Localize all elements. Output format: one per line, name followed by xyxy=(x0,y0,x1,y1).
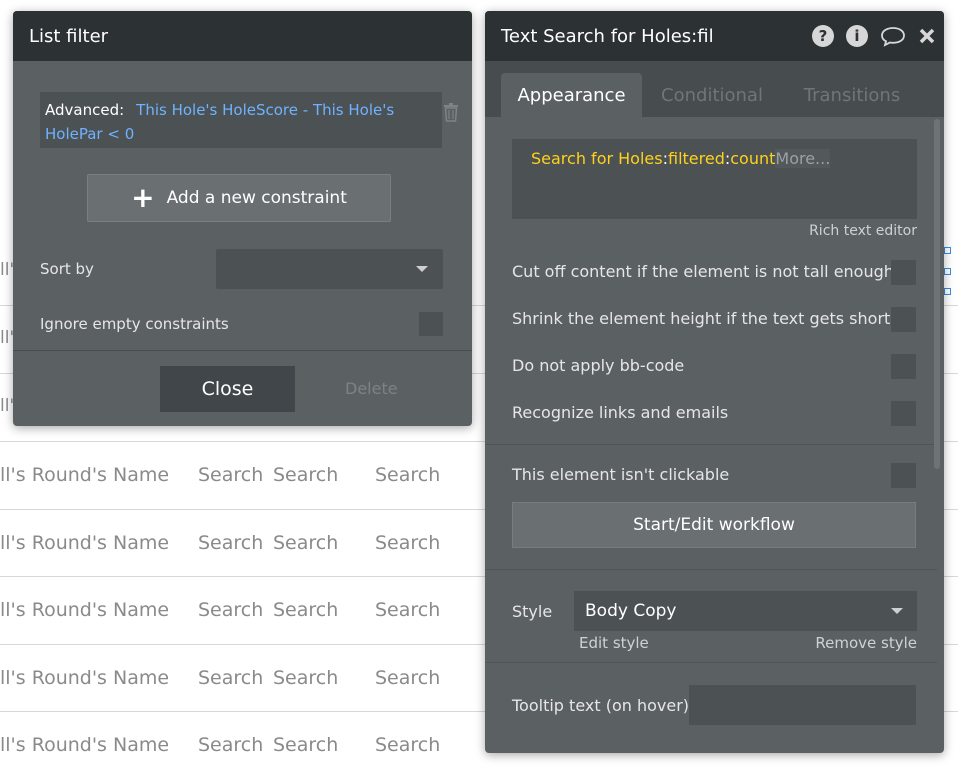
ignore-empty-checkbox[interactable] xyxy=(419,312,443,336)
expression-part[interactable]: Search for Holes xyxy=(531,149,663,168)
tooltip-input[interactable] xyxy=(689,685,916,725)
divider xyxy=(485,444,937,445)
recognize-links-checkbox[interactable] xyxy=(891,401,916,426)
bb-code-label: Do not apply bb-code xyxy=(512,356,685,375)
tab-conditional[interactable]: Conditional xyxy=(655,73,769,117)
list-filter-title: List filter xyxy=(13,11,472,61)
constraint-label: Advanced: xyxy=(45,101,125,119)
tab-bar: Appearance Conditional Transitions xyxy=(485,61,944,117)
search-cell: Search xyxy=(375,667,441,689)
round-name-cell: ll's Round's Name xyxy=(0,464,170,486)
add-constraint-label: Add a new constraint xyxy=(166,188,347,208)
chevron-down-icon xyxy=(416,266,428,272)
round-name-cell: ll's Round's Name xyxy=(0,532,170,554)
text-content-field[interactable]: Search for Holes:filtered:countMore... xyxy=(512,139,917,219)
ignore-empty-label: Ignore empty constraints xyxy=(40,315,229,333)
round-name-cell: ll's Round's Name xyxy=(0,599,170,621)
trash-icon[interactable] xyxy=(443,102,459,122)
close-icon[interactable] xyxy=(918,27,936,45)
round-name-cell: ll's Round's Name xyxy=(0,734,170,756)
expression-part[interactable]: filtered xyxy=(668,149,725,168)
rich-text-editor-link[interactable]: Rich text editor xyxy=(809,223,917,239)
shrink-height-label: Shrink the element height if the text ge… xyxy=(512,309,907,328)
shrink-height-checkbox[interactable] xyxy=(891,307,916,332)
style-label: Style xyxy=(512,602,553,621)
search-cell: Search xyxy=(375,464,441,486)
search-cell: Search xyxy=(375,599,441,621)
constraint-row[interactable]: Advanced: This Hole's HoleScore - This Ho… xyxy=(40,92,442,148)
header-icons: ? i xyxy=(812,25,936,47)
style-value: Body Copy xyxy=(585,601,677,621)
search-cell: Search xyxy=(198,734,264,756)
delete-button[interactable]: Delete xyxy=(345,379,398,398)
info-icon[interactable]: i xyxy=(846,25,868,47)
more-button[interactable]: More... xyxy=(775,149,831,168)
style-dropdown[interactable]: Body Copy xyxy=(574,591,917,631)
round-name-cell: ll's Round's Name xyxy=(0,667,170,689)
sort-by-label: Sort by xyxy=(40,260,94,278)
cut-off-label: Cut off content if the element is not ta… xyxy=(512,262,894,281)
recognize-links-label: Recognize links and emails xyxy=(512,403,729,422)
search-cell: Search xyxy=(375,734,441,756)
search-cell: Search xyxy=(273,734,339,756)
search-cell: Search xyxy=(198,599,264,621)
scrollbar[interactable] xyxy=(934,119,940,469)
sort-by-dropdown[interactable] xyxy=(216,249,443,289)
resize-handle[interactable] xyxy=(944,268,951,275)
not-clickable-label: This element isn't clickable xyxy=(512,465,730,484)
add-constraint-button[interactable]: + Add a new constraint xyxy=(87,174,391,222)
resize-handle[interactable] xyxy=(944,288,951,295)
plus-icon: + xyxy=(131,181,155,214)
search-cell: Search xyxy=(198,667,264,689)
cut-off-checkbox[interactable] xyxy=(891,260,916,285)
cell-stub: ll' xyxy=(0,260,15,280)
edit-style-link[interactable]: Edit style xyxy=(579,634,649,652)
divider xyxy=(485,569,937,570)
not-clickable-checkbox[interactable] xyxy=(891,463,916,488)
tab-appearance[interactable]: Appearance xyxy=(501,73,642,117)
search-cell: Search xyxy=(273,599,339,621)
chevron-down-icon xyxy=(891,608,903,614)
remove-style-link[interactable]: Remove style xyxy=(815,634,917,652)
list-filter-panel: List filter Advanced: This Hole's HoleSco… xyxy=(13,11,472,426)
search-cell: Search xyxy=(273,464,339,486)
search-cell: Search xyxy=(198,532,264,554)
resize-handle[interactable] xyxy=(944,247,951,254)
bb-code-checkbox[interactable] xyxy=(891,354,916,379)
tooltip-label: Tooltip text (on hover) xyxy=(512,696,690,715)
property-editor-panel: Text Search for Holes:fil ? i Appearance… xyxy=(485,11,944,753)
expression-part[interactable]: count xyxy=(730,149,775,168)
start-edit-workflow-button[interactable]: Start/Edit workflow xyxy=(512,502,916,548)
search-cell: Search xyxy=(273,667,339,689)
search-cell: Search xyxy=(198,464,264,486)
list-filter-footer: Close Delete xyxy=(13,350,472,426)
search-cell: Search xyxy=(273,532,339,554)
close-button[interactable]: Close xyxy=(160,366,295,412)
comment-icon[interactable] xyxy=(880,25,906,47)
divider xyxy=(485,662,937,663)
help-icon[interactable]: ? xyxy=(812,25,834,47)
search-cell: Search xyxy=(375,532,441,554)
tab-transitions[interactable]: Transitions xyxy=(795,73,909,117)
